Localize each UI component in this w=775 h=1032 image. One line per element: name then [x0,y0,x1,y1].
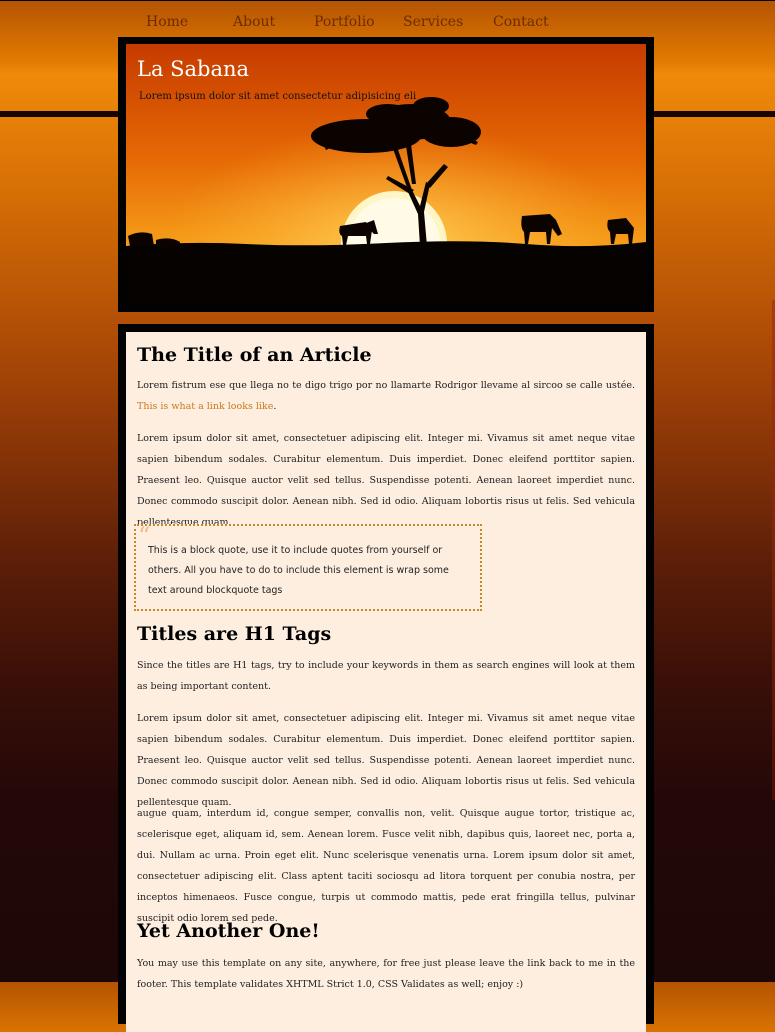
paragraph: Since the titles are H1 tags, try to inc… [137,660,635,692]
header-image: La Sabana Lorem ipsum dolor sit amet con… [126,44,646,304]
section-title: Titles are H1 Tags [137,623,332,645]
nav-portfolio-link[interactable]: Portfolio [314,14,375,30]
nav-about-link[interactable]: About [233,14,275,30]
article-title: The Title of an Article [137,344,372,366]
nav-services-link[interactable]: Services [403,14,463,30]
paragraph: Lorem ipsum dolor sit amet, consectetuer… [137,713,635,808]
savanna-sunset-image [126,44,646,304]
intro-paragraph: Lorem fistrum ese que llega no te digo t… [137,375,635,417]
paragraph: Lorem ipsum dolor sit amet, consectetuer… [137,433,635,528]
sample-link[interactable]: This is what a link looks like [137,401,273,412]
header-frame: La Sabana Lorem ipsum dolor sit amet con… [118,37,654,312]
blockquote-text: This is a block quote, use it to include… [148,545,449,596]
nav-contact-link[interactable]: Contact [493,14,549,30]
site-title: La Sabana [137,57,250,81]
paragraph: You may use this template on any site, a… [137,958,635,990]
content-area: The Title of an Article Lorem fistrum es… [126,332,646,1032]
section-title: Yet Another One! [137,920,320,942]
main-nav: Home About Portfolio Services Contact [118,10,654,36]
link-suffix: . [273,401,277,412]
content-frame: The Title of an Article Lorem fistrum es… [118,324,654,1032]
top-border [0,0,775,1]
site-tagline: Lorem ipsum dolor sit amet consectetur a… [139,91,417,102]
blockquote: “ This is a block quote, use it to inclu… [134,524,482,611]
paragraph: augue quam, interdum id, congue semper, … [137,808,635,924]
intro-text: Lorem fistrum ese que llega no te digo t… [137,380,635,391]
nav-home-link[interactable]: Home [146,14,188,30]
